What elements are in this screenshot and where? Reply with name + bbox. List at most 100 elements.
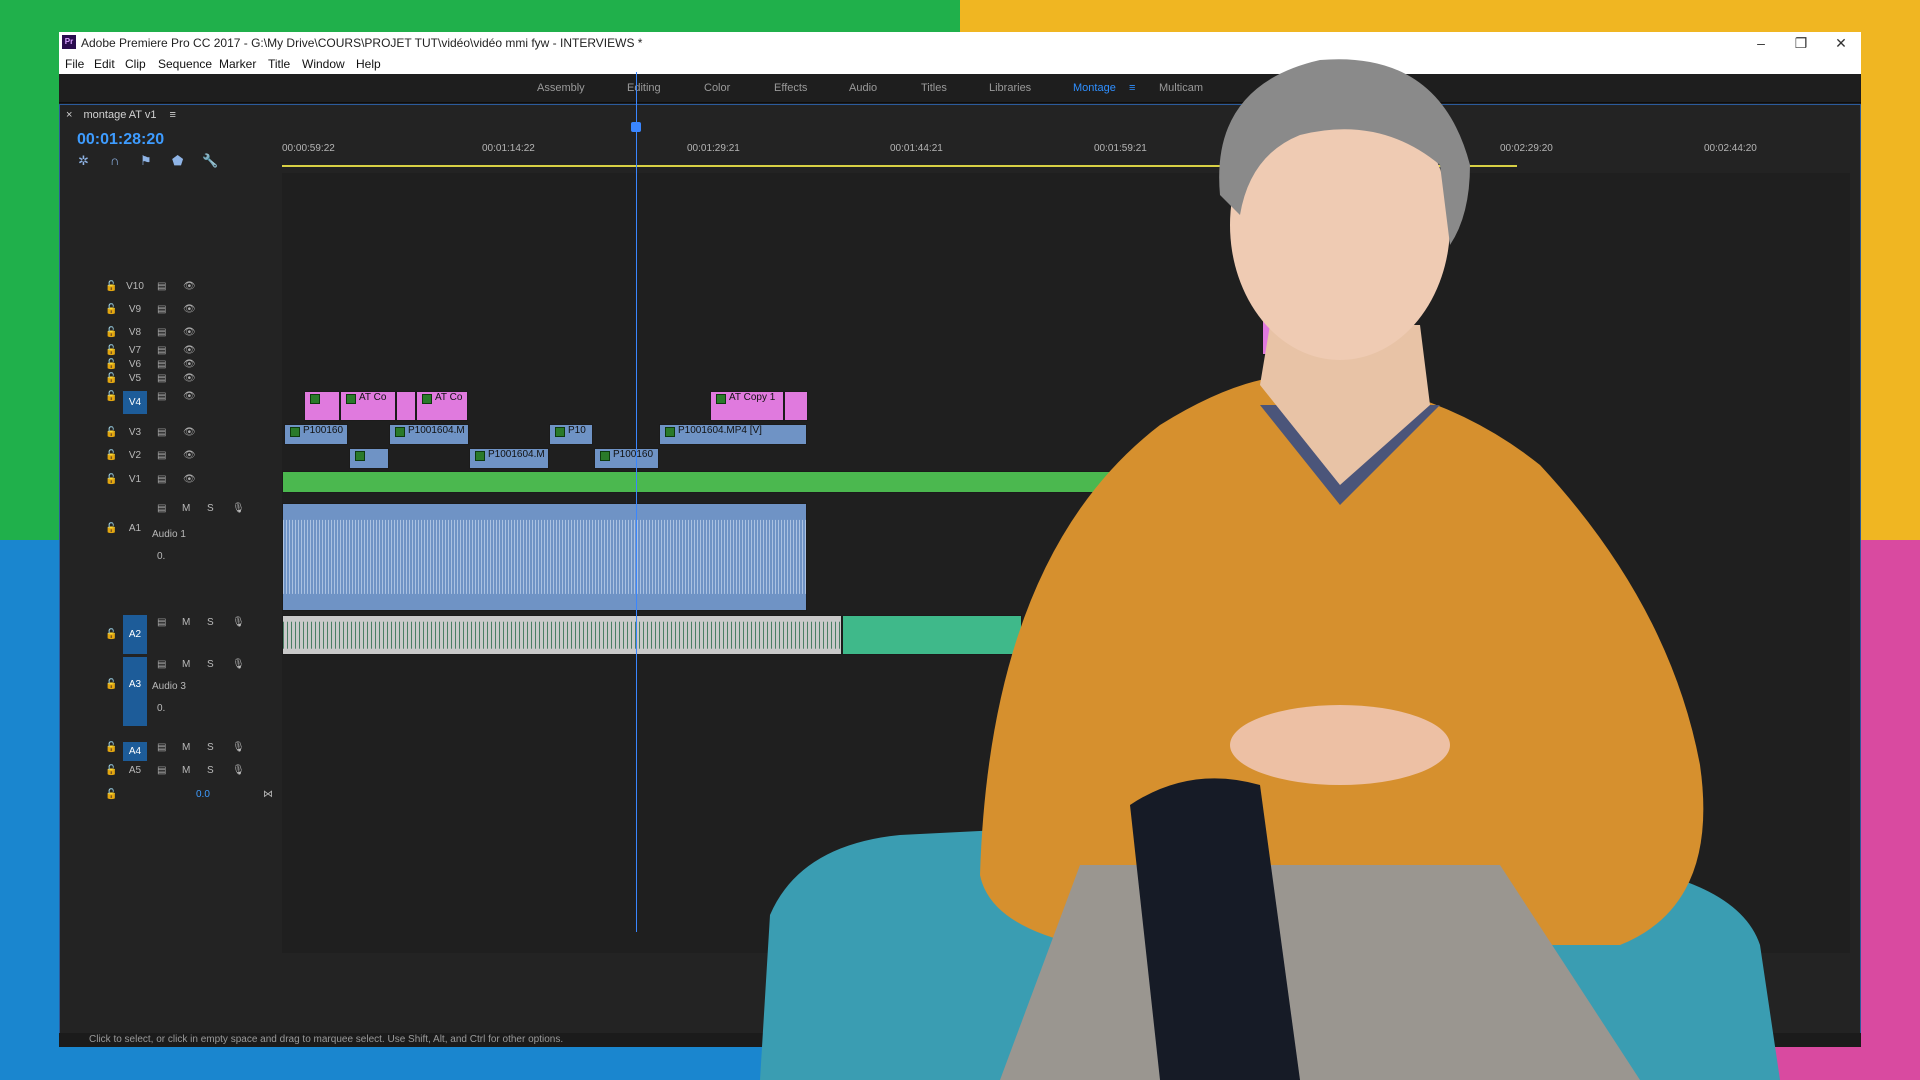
eye-icon[interactable]: 👁 [183,359,196,370]
track-label[interactable]: V2 [123,450,147,461]
lock-icon[interactable]: 🔓 [105,359,117,370]
toggle-sync-icon[interactable]: ▤ [157,304,166,315]
mute-button[interactable]: M [182,503,190,514]
toggle-sync-icon[interactable]: ▤ [157,742,166,753]
tab-menu-icon[interactable]: ≡ [170,109,176,121]
clip-v4[interactable]: AT Co [416,391,468,421]
toggle-sync-icon[interactable]: ▤ [157,373,166,384]
track-volume[interactable]: 0. [157,703,165,714]
eye-icon[interactable]: 👁 [183,391,196,402]
lock-icon[interactable]: 🔓 [105,327,117,338]
lock-icon[interactable]: 🔓 [105,281,117,292]
restore-button[interactable]: ❐ [1781,32,1821,54]
mute-button[interactable]: M [182,659,190,670]
track-label[interactable]: V8 [123,327,147,338]
solo-button[interactable]: S [207,742,214,753]
clip-v3[interactable]: P100160 [284,424,348,445]
linked-selection-icon[interactable]: ⚑ [140,153,152,169]
clip-v3[interactable]: P10 [549,424,593,445]
eye-icon[interactable]: 👁 [183,345,196,356]
lock-icon[interactable]: 🔓 [105,391,117,402]
eye-icon[interactable]: 👁 [183,327,196,338]
mute-button[interactable]: M [182,765,190,776]
toggle-sync-icon[interactable]: ▤ [157,427,166,438]
master-volume[interactable]: 0.0 [196,789,210,800]
add-marker-icon[interactable]: ⬟ [172,153,183,169]
clip-v3[interactable]: P1001604.M [389,424,469,445]
audio-clip-a1[interactable] [282,503,807,611]
track-label[interactable]: V6 [123,359,147,370]
toggle-sync-icon[interactable]: ▤ [157,391,166,402]
eye-icon[interactable]: 👁 [183,373,196,384]
playhead-line[interactable] [636,72,637,932]
menu-help[interactable]: Help [356,57,381,71]
solo-button[interactable]: S [207,617,214,628]
track-label[interactable]: A3 [123,657,147,726]
track-label[interactable]: A1 [123,523,147,534]
toggle-sync-icon[interactable]: ▤ [157,765,166,776]
clip-v2[interactable] [349,448,389,469]
lock-icon[interactable]: 🔓 [105,427,117,438]
clip-v4[interactable] [304,391,340,421]
lock-icon[interactable]: 🔓 [105,474,117,485]
microphone-icon[interactable]: 🎙 [232,503,245,514]
track-label[interactable]: V9 [123,304,147,315]
sequence-tab[interactable]: × montage AT v1 ≡ [66,109,176,121]
toggle-sync-icon[interactable]: ▤ [157,327,166,338]
menu-title[interactable]: Title [268,57,290,71]
menu-clip[interactable]: Clip [125,57,146,71]
workspace-editing[interactable]: Editing [627,82,661,94]
mute-button[interactable]: M [182,617,190,628]
eye-icon[interactable]: 👁 [183,304,196,315]
track-label[interactable]: V4 [123,391,147,414]
lock-icon[interactable]: 🔓 [105,523,117,534]
menu-sequence[interactable]: Sequence [158,57,212,71]
toggle-sync-icon[interactable]: ▤ [157,359,166,370]
menu-window[interactable]: Window [302,57,345,71]
lock-icon[interactable]: 🔓 [105,679,117,690]
eye-icon[interactable]: 👁 [183,450,196,461]
snap-magnet-icon[interactable]: ∩ [110,153,119,168]
workspace-assembly[interactable]: Assembly [537,82,585,94]
solo-button[interactable]: S [207,659,214,670]
track-label[interactable]: A5 [123,765,147,776]
track-label[interactable]: A2 [123,615,147,654]
microphone-icon[interactable]: 🎙 [232,659,245,670]
lock-icon[interactable]: 🔓 [105,765,117,776]
lock-icon[interactable]: 🔓 [105,789,117,800]
insert-nest-icon[interactable]: ✲ [78,153,89,169]
lock-icon[interactable]: 🔓 [105,742,117,753]
lock-icon[interactable]: 🔓 [105,345,117,356]
eye-icon[interactable]: 👁 [183,474,196,485]
track-label[interactable]: V3 [123,427,147,438]
menu-file[interactable]: File [65,57,84,71]
toggle-sync-icon[interactable]: ▤ [157,281,166,292]
solo-button[interactable]: S [207,503,214,514]
workspace-color[interactable]: Color [704,82,730,94]
lock-icon[interactable]: 🔓 [105,629,117,640]
tab-close-icon[interactable]: × [66,109,72,121]
eye-icon[interactable]: 👁 [183,281,196,292]
microphone-icon[interactable]: 🎙 [232,742,245,753]
track-volume[interactable]: 0. [157,551,165,562]
clip-v4[interactable] [396,391,416,421]
toggle-sync-icon[interactable]: ▤ [157,450,166,461]
go-to-end-icon[interactable]: ⋈ [263,789,273,800]
lock-icon[interactable]: 🔓 [105,304,117,315]
close-button[interactable]: ✕ [1821,32,1861,54]
eye-icon[interactable]: 👁 [183,427,196,438]
track-label[interactable]: V1 [123,474,147,485]
toggle-sync-icon[interactable]: ▤ [157,659,166,670]
clip-v2[interactable]: P100160 [594,448,659,469]
track-label[interactable]: V5 [123,373,147,384]
lock-icon[interactable]: 🔓 [105,450,117,461]
toggle-sync-icon[interactable]: ▤ [157,503,166,514]
toggle-sync-icon[interactable]: ▤ [157,617,166,628]
toggle-sync-icon[interactable]: ▤ [157,474,166,485]
solo-button[interactable]: S [207,765,214,776]
microphone-icon[interactable]: 🎙 [232,765,245,776]
menu-edit[interactable]: Edit [94,57,115,71]
clip-v2[interactable]: P1001604.M [469,448,549,469]
wrench-icon[interactable]: 🔧 [202,153,218,169]
lock-icon[interactable]: 🔓 [105,373,117,384]
